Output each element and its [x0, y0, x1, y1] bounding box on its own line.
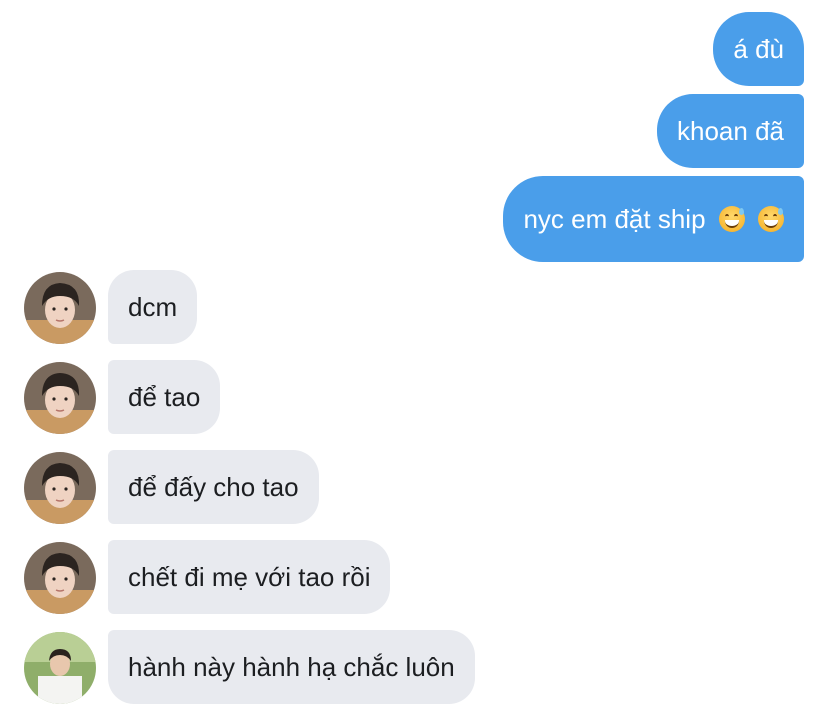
message-text: để đấy cho tao [128, 472, 299, 502]
received-message-bubble[interactable]: chết đi mẹ với tao rồi [108, 540, 391, 614]
message-text: nyc em đặt ship [523, 204, 706, 234]
message-text: để tao [128, 382, 201, 412]
sent-message-bubble[interactable]: nyc em đặt ship [503, 176, 804, 262]
contact-avatar[interactable] [24, 542, 96, 614]
contact-avatar[interactable] [24, 632, 96, 704]
sent-message-bubble[interactable]: khoan đã [657, 94, 804, 168]
contact-avatar[interactable] [24, 362, 96, 434]
grinning-face-with-sweat-icon [758, 206, 784, 232]
received-message-bubble[interactable]: dcm [108, 270, 198, 344]
contact-avatar[interactable] [24, 272, 96, 344]
message-text: hành này hành hạ chắc luôn [128, 652, 455, 682]
contact-avatar[interactable] [24, 452, 96, 524]
message-text: á đù [733, 34, 784, 64]
received-message-bubble[interactable]: để tao [108, 360, 221, 434]
message-text: chết đi mẹ với tao rồi [128, 562, 371, 592]
received-message-bubble[interactable]: để đấy cho tao [108, 450, 319, 524]
sent-message-bubble[interactable]: á đù [713, 12, 804, 86]
message-text: khoan đã [677, 116, 784, 146]
grinning-face-with-sweat-icon [718, 206, 745, 232]
received-message-bubble[interactable]: hành này hành hạ chắc luôn [108, 630, 475, 704]
message-text: dcm [128, 292, 178, 322]
